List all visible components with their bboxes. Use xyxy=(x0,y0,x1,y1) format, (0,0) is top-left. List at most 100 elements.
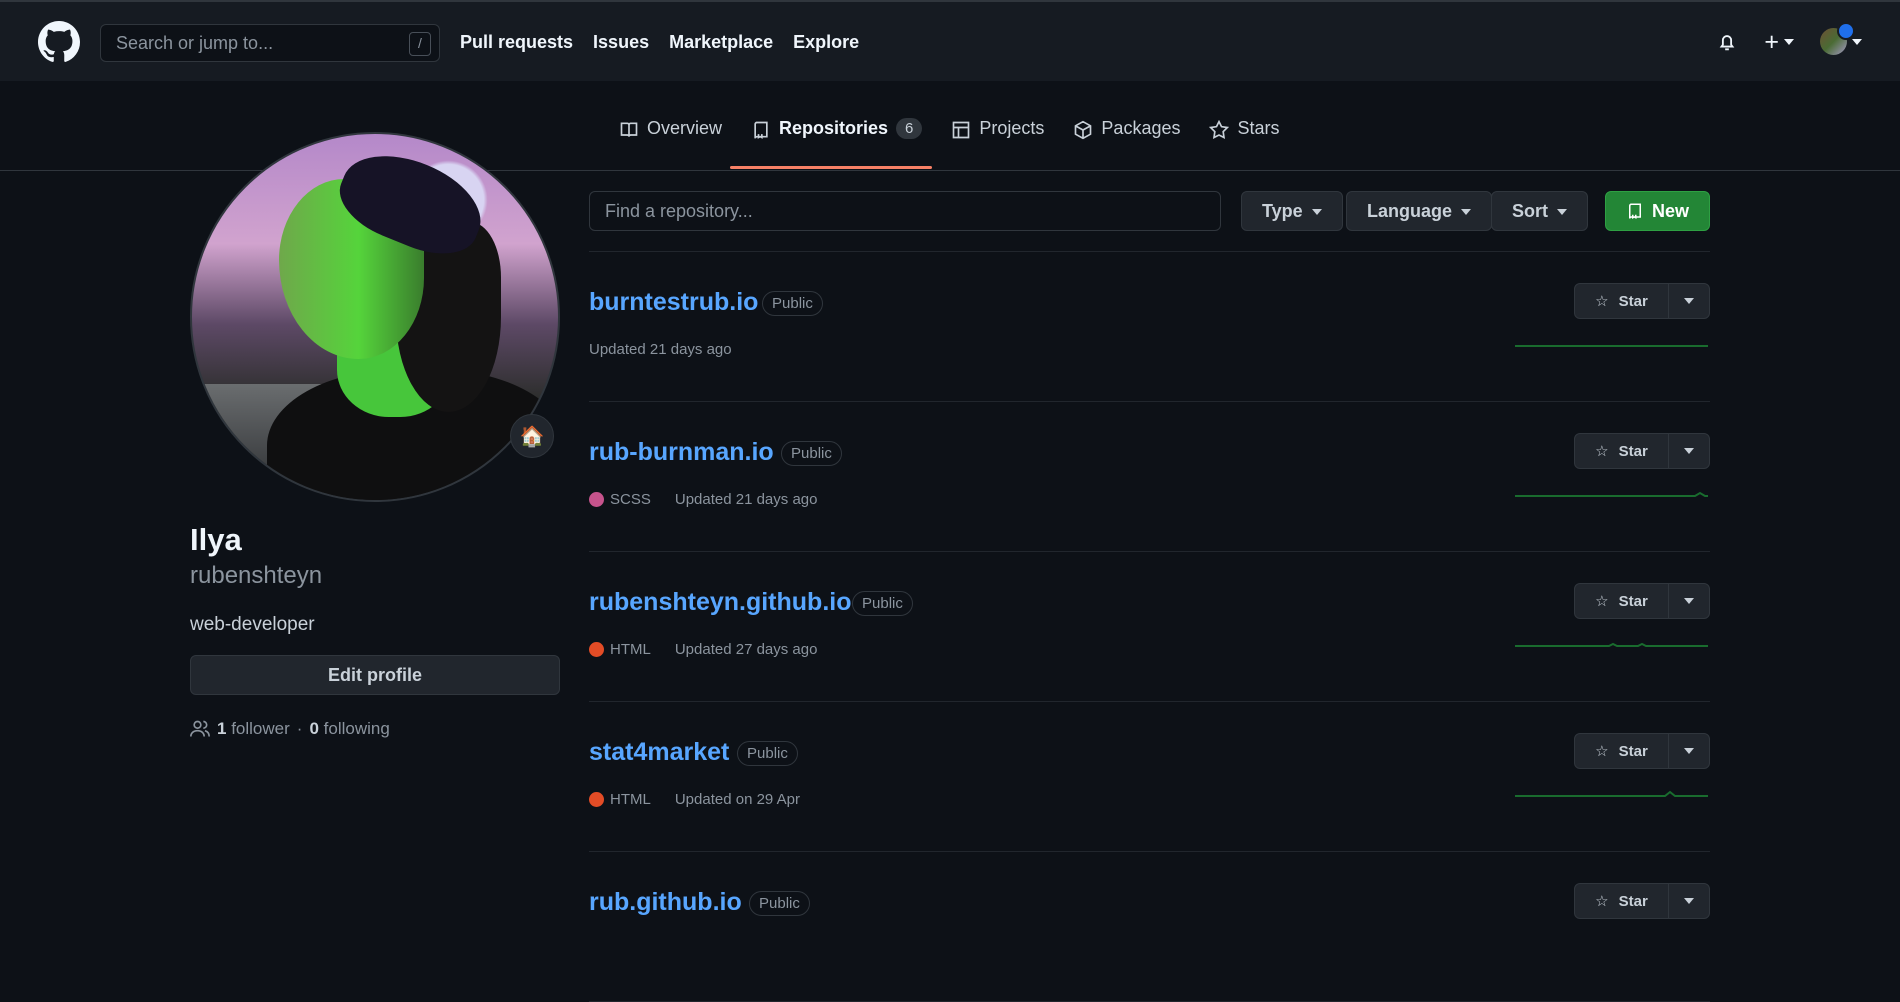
edit-profile-button[interactable]: Edit profile xyxy=(190,655,560,695)
plus-icon: + xyxy=(1764,27,1779,56)
tab-projects-label: Projects xyxy=(979,118,1045,138)
star-icon: ☆ xyxy=(1595,593,1609,610)
profile-avatar[interactable] xyxy=(190,132,560,502)
repository-meta: Updated 21 days ago xyxy=(589,341,732,358)
chevron-down-icon xyxy=(1684,448,1694,454)
repository-row-burntestrub-io: burntestrub.io Public Updated 21 days ag… xyxy=(589,252,1710,402)
star-button-group: ☆ Star xyxy=(1574,883,1710,919)
sort-filter-button[interactable]: Sort xyxy=(1491,191,1588,231)
chevron-down-icon xyxy=(1684,298,1694,304)
user-avatar xyxy=(1820,22,1855,55)
profile-username: rubenshteyn xyxy=(190,562,323,589)
notifications-bell-icon[interactable] xyxy=(1716,31,1738,53)
visibility-badge: Public xyxy=(781,441,842,466)
tab-repositories[interactable]: Repositories 6 xyxy=(729,118,933,170)
book-icon xyxy=(620,122,638,137)
tab-packages[interactable]: Packages xyxy=(1073,118,1180,170)
repository-language: HTML xyxy=(589,641,651,658)
repository-list: burntestrub.io Public Updated 21 days ag… xyxy=(589,251,1710,1002)
top-navigation: Search or jump to... / Pull requests Iss… xyxy=(0,0,1900,81)
followers-summary: 1 follower · 0 following xyxy=(190,719,560,739)
language-filter-button[interactable]: Language xyxy=(1346,191,1493,231)
star-list-dropdown[interactable] xyxy=(1669,884,1709,918)
activity-sparkline xyxy=(1515,642,1708,647)
package-icon xyxy=(1075,120,1092,140)
followers-separator: · xyxy=(296,719,303,738)
updated-time: Updated on 29 Apr xyxy=(674,791,800,808)
header-actions: + xyxy=(1716,22,1862,56)
activity-sparkline xyxy=(1515,491,1708,497)
updated-time: Updated 21 days ago xyxy=(674,491,818,508)
repository-meta: HTML Updated on 29 Apr xyxy=(589,791,800,808)
repository-icon xyxy=(754,121,768,139)
tab-repositories-label: Repositories xyxy=(779,118,889,138)
slash-shortcut-badge: / xyxy=(409,32,431,56)
repository-row-rub-burnman-io: rub-burnman.io Public SCSS Updated 21 da… xyxy=(589,402,1710,552)
tab-projects[interactable]: Projects xyxy=(951,118,1044,170)
repository-link[interactable]: rub.github.io xyxy=(589,888,742,917)
nav-explore[interactable]: Explore xyxy=(793,32,859,53)
user-menu[interactable] xyxy=(1820,22,1862,55)
type-filter-button[interactable]: Type xyxy=(1241,191,1343,231)
visibility-badge: Public xyxy=(852,591,913,616)
star-list-dropdown[interactable] xyxy=(1669,734,1709,768)
chevron-down-icon xyxy=(1557,209,1567,216)
updated-time: Updated 21 days ago xyxy=(589,341,732,358)
nav-issues[interactable]: Issues xyxy=(593,32,649,53)
star-button[interactable]: ☆ Star xyxy=(1575,584,1669,618)
new-repository-button[interactable]: New xyxy=(1605,191,1710,231)
nav-pull-requests[interactable]: Pull requests xyxy=(460,32,573,53)
repository-language: SCSS xyxy=(589,491,651,508)
profile-sidebar: 🏠 Ilya rubenshteyn web-developer Edit pr… xyxy=(190,132,560,739)
star-button[interactable]: ☆ Star xyxy=(1575,884,1669,918)
tab-overview-label: Overview xyxy=(647,118,723,138)
star-button[interactable]: ☆ Star xyxy=(1575,434,1669,468)
activity-sparkline xyxy=(1515,345,1708,347)
people-icon xyxy=(190,720,210,737)
house-status-icon: 🏠 xyxy=(519,425,545,448)
chevron-down-icon xyxy=(1852,38,1862,45)
star-button[interactable]: ☆ Star xyxy=(1575,734,1669,768)
visibility-badge: Public xyxy=(749,891,810,916)
repository-search-input[interactable]: Find a repository... xyxy=(589,191,1221,231)
language-color-dot xyxy=(589,642,604,657)
chevron-down-icon xyxy=(1311,209,1322,216)
visibility-badge: Public xyxy=(737,741,798,766)
nav-marketplace[interactable]: Marketplace xyxy=(669,32,773,53)
repository-link[interactable]: rubenshteyn.github.io xyxy=(589,588,852,617)
star-icon: ☆ xyxy=(1595,443,1609,460)
star-list-dropdown[interactable] xyxy=(1669,584,1709,618)
profile-tabs: Overview Repositories 6 Projects Package… xyxy=(619,118,1280,170)
star-button-group: ☆ Star xyxy=(1574,733,1710,769)
profile-name: Ilya xyxy=(190,522,242,557)
global-search-input[interactable]: Search or jump to... / xyxy=(100,24,440,62)
repository-row-stat4market: stat4market Public HTML Updated on 29 Ap… xyxy=(589,702,1710,852)
chevron-down-icon xyxy=(1684,598,1694,604)
star-button-group: ☆ Star xyxy=(1574,283,1710,319)
repository-meta: SCSS Updated 21 days ago xyxy=(589,491,817,508)
repository-link[interactable]: stat4market xyxy=(589,738,729,767)
followers-link[interactable]: 1 follower xyxy=(217,719,290,739)
repository-meta: HTML Updated 27 days ago xyxy=(589,641,817,658)
star-list-dropdown[interactable] xyxy=(1669,284,1709,318)
star-icon: ☆ xyxy=(1595,743,1609,760)
following-link[interactable]: 0 following xyxy=(309,719,389,739)
create-new-menu[interactable]: + xyxy=(1764,27,1794,56)
github-logo-icon[interactable] xyxy=(38,21,80,63)
chevron-down-icon xyxy=(1784,38,1794,45)
activity-sparkline xyxy=(1515,790,1708,797)
tab-overview[interactable]: Overview xyxy=(619,118,722,170)
chevron-down-icon xyxy=(1461,209,1472,216)
repository-link[interactable]: burntestrub.io xyxy=(589,288,758,317)
visibility-badge: Public xyxy=(762,291,823,316)
repository-link[interactable]: rub-burnman.io xyxy=(589,438,774,467)
star-list-dropdown[interactable] xyxy=(1669,434,1709,468)
repository-search-placeholder: Find a repository... xyxy=(605,201,753,221)
search-placeholder: Search or jump to... xyxy=(116,33,274,53)
tab-stars[interactable]: Stars xyxy=(1209,118,1280,170)
language-color-dot xyxy=(589,492,604,507)
chevron-down-icon xyxy=(1684,898,1694,904)
star-button[interactable]: ☆ Star xyxy=(1575,284,1669,318)
status-emoji-button[interactable]: 🏠 xyxy=(510,414,554,458)
star-button-group: ☆ Star xyxy=(1574,583,1710,619)
